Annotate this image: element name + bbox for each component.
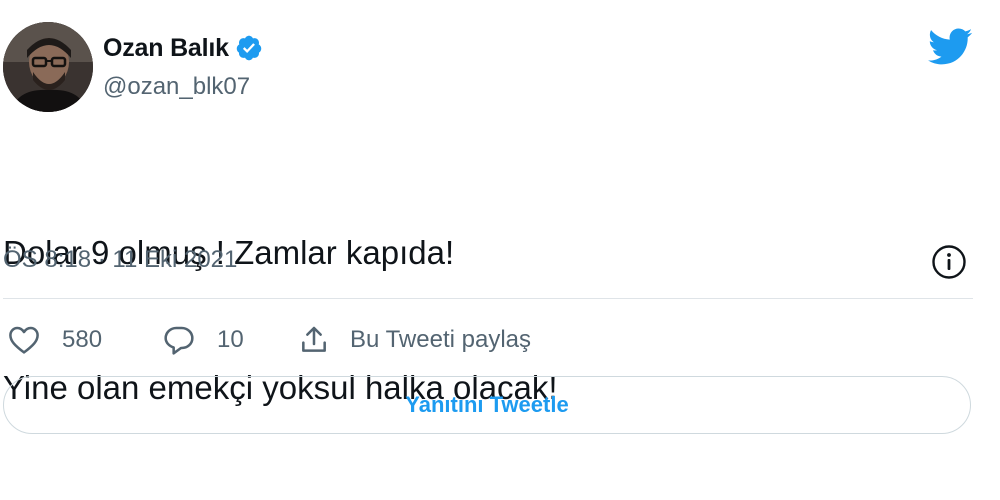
share-button[interactable]: Bu Tweeti paylaş — [298, 324, 531, 356]
author-display-name[interactable]: Ozan Balık — [103, 34, 229, 63]
tweet-reply-button[interactable]: Yanıtını Tweetle — [3, 376, 971, 434]
tweet-reply-button-label: Yanıtını Tweetle — [405, 392, 569, 417]
author-avatar[interactable] — [3, 22, 93, 112]
avatar-photo — [3, 22, 93, 112]
divider — [3, 298, 973, 299]
twitter-bird-icon[interactable] — [928, 27, 973, 67]
like-button[interactable]: 580 — [8, 325, 163, 355]
like-count: 580 — [62, 326, 103, 353]
author-handle[interactable]: @ozan_blk07 — [103, 73, 250, 101]
info-icon[interactable] — [931, 244, 967, 280]
tweet-timestamp[interactable]: ÖS 8:18 · 11 Eki 2021 — [3, 246, 237, 274]
reply-button[interactable]: 10 — [163, 325, 298, 355]
comment-bubble-icon — [164, 326, 194, 355]
share-upload-icon — [302, 326, 326, 352]
verified-badge-icon — [235, 34, 263, 62]
tweet-card: Ozan Balık @ozan_blk07 Dolar 9 olmuş ! Z… — [0, 0, 1000, 441]
share-label: Bu Tweeti paylaş — [350, 326, 531, 353]
heart-icon — [9, 326, 39, 354]
reply-count: 10 — [217, 326, 244, 353]
author-name-row: Ozan Balık — [103, 32, 263, 64]
action-bar: 580 10 Bu Tweeti paylaş — [8, 320, 531, 360]
